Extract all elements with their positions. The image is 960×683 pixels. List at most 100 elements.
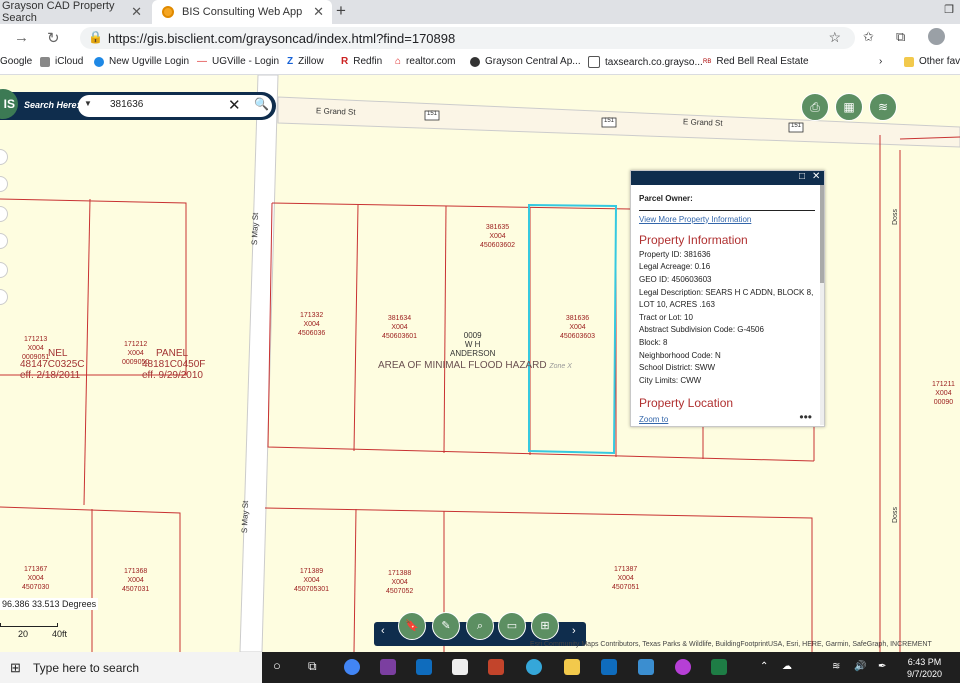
tab-label: Grayson CAD Property Search xyxy=(2,0,115,24)
url-bar[interactable]: 🔒 https://gis.bisclient.com/graysoncad/i… xyxy=(80,27,855,49)
windows-taskbar: ⊞ Type here to search ○ ⧉ ⌃ ☁ ≋ 🔊 ✒ 6:43… xyxy=(0,652,960,683)
parcel-label[interactable]: 381634 X004 450603601 xyxy=(382,314,417,341)
volume-icon[interactable]: 🔊 xyxy=(854,661,866,672)
parcel-owner-label: Parcel Owner: xyxy=(639,193,815,211)
parcel-popup: □ ✕ Parcel Owner: View More Property Inf… xyxy=(630,170,825,427)
bookmark-new-ugville[interactable]: New Ugville Login xyxy=(94,56,189,67)
bookmark-grayson-central[interactable]: Grayson Central Ap... xyxy=(470,56,581,67)
bookmark-realtor[interactable]: ⌂ realtor.com xyxy=(395,56,456,67)
file-explorer-icon[interactable] xyxy=(564,659,580,675)
profile-avatar[interactable] xyxy=(928,28,945,45)
popup-header: □ ✕ xyxy=(631,171,824,185)
popup-body: Parcel Owner: View More Property Informa… xyxy=(639,193,815,412)
app-logo: IS xyxy=(0,89,18,119)
windows-start-icon[interactable]: ⊞ xyxy=(10,660,21,676)
photos-icon[interactable] xyxy=(638,659,654,675)
field-tract-lot: Tract or Lot: 10 xyxy=(639,312,693,322)
cortana-icon[interactable]: ○ xyxy=(273,658,281,673)
view-more-link[interactable]: View More Property Information xyxy=(639,214,815,227)
tab-bis-consulting[interactable]: BIS Consulting Web App ✕ xyxy=(152,0,332,24)
parcel-label[interactable]: 171389 X004 450705301 xyxy=(294,567,329,594)
bookmark-icon: 🔖 xyxy=(405,620,419,632)
basemap-button[interactable]: ▦ xyxy=(835,93,863,121)
may-street-road xyxy=(239,75,279,652)
tray-chevron-icon[interactable]: ⌃ xyxy=(760,661,768,672)
street-label-doss: Doss xyxy=(892,209,899,225)
highway-label: 151 xyxy=(791,123,802,129)
parcel-label[interactable]: 171388 X004 4507052 xyxy=(386,569,413,596)
parcel-label[interactable]: 171368 X004 4507031 xyxy=(122,567,149,594)
taskbar-search-input[interactable]: Type here to search xyxy=(33,661,139,675)
bookmark-google[interactable]: Google xyxy=(0,56,32,67)
search-dropdown-icon[interactable]: ▼ xyxy=(84,99,92,108)
maximize-popup-icon[interactable]: □ xyxy=(799,171,805,182)
search-input[interactable]: 381636 xyxy=(110,99,143,110)
bookmark-red-bell[interactable]: RB Red Bell Real Estate xyxy=(703,56,809,67)
tab-label: BIS Consulting Web App xyxy=(182,6,303,18)
add-data-button[interactable]: ⊞ xyxy=(531,612,559,640)
close-tab-icon[interactable]: ✕ xyxy=(313,4,324,20)
onedrive-icon[interactable]: ☁ xyxy=(782,661,792,672)
parcel-label-selected[interactable]: 381636 X004 450603603 xyxy=(560,314,595,341)
search-icon[interactable]: 🔍 xyxy=(254,97,269,111)
close-popup-icon[interactable]: ✕ xyxy=(812,171,820,182)
parcel-label[interactable]: 171367 X004 4507030 xyxy=(22,565,49,592)
reload-icon[interactable]: ↻ xyxy=(47,29,60,47)
folder-icon xyxy=(904,56,914,67)
onenote-icon[interactable] xyxy=(380,659,396,675)
draw-tool-button[interactable]: ✎ xyxy=(432,612,460,640)
bookmark-ugville-login[interactable]: — UGVille - Login xyxy=(197,56,279,67)
bookmarks-overflow-icon[interactable]: › xyxy=(879,56,882,67)
more-options-icon[interactable]: ••• xyxy=(799,410,812,424)
field-abstract-code: Abstract Subdivision Code: G-4506 xyxy=(639,325,764,335)
street-label-grand-2: E Grand St xyxy=(682,117,723,128)
bis-favicon-icon xyxy=(162,6,174,18)
subdivision-label: 0009 W H ANDERSON xyxy=(450,331,496,358)
close-tab-icon[interactable]: ✕ xyxy=(131,4,142,20)
chrome-icon[interactable] xyxy=(344,659,360,675)
parcel-label[interactable]: 381635 X004 450603602 xyxy=(480,223,515,250)
favorites-icon[interactable]: ✩ xyxy=(863,29,874,45)
wifi-icon[interactable]: ≋ xyxy=(832,661,840,672)
excel-icon[interactable] xyxy=(711,659,727,675)
outlook-icon[interactable] xyxy=(416,659,432,675)
toolbar-next-icon[interactable]: › xyxy=(572,625,576,637)
pen-icon[interactable]: ✒ xyxy=(878,661,886,672)
bookmark-redfin[interactable]: R Redfin xyxy=(341,56,382,67)
map-canvas[interactable]: E Grand St E Grand St 151 151 151 S May … xyxy=(0,75,960,652)
bookmarks-bar: Google iCloud New Ugville Login — UGVille… xyxy=(0,52,960,75)
parcel-label[interactable]: 171387 X004 4507051 xyxy=(612,565,639,592)
store-icon[interactable] xyxy=(452,659,468,675)
ugville-icon: — xyxy=(197,56,207,67)
identify-tool-button[interactable]: ⌕ xyxy=(466,612,494,640)
popup-scrollbar[interactable] xyxy=(820,185,824,425)
measure-tool-button[interactable]: ▭ xyxy=(498,612,526,640)
new-tab-button[interactable]: + xyxy=(336,1,346,21)
forward-icon[interactable]: → xyxy=(14,29,29,46)
task-view-icon[interactable]: ⧉ xyxy=(308,659,317,674)
edge-icon[interactable] xyxy=(526,659,542,675)
bookmark-taxsearch[interactable]: taxsearch.co.grayso... xyxy=(588,56,703,68)
taskbar-search[interactable]: ⊞ Type here to search xyxy=(0,652,262,683)
zoom-to-link[interactable]: Zoom to xyxy=(639,415,668,424)
print-button[interactable]: ⎙ xyxy=(801,93,829,121)
collections-icon[interactable]: ⧉ xyxy=(896,29,905,45)
clear-search-icon[interactable]: ✕ xyxy=(228,96,241,114)
tab-grayson-cad[interactable]: Grayson CAD Property Search ✕ xyxy=(0,0,150,24)
toolbar-prev-icon[interactable]: ‹ xyxy=(381,625,385,637)
bookmark-tool-button[interactable]: 🔖 xyxy=(398,612,426,640)
bookmark-star-icon[interactable]: ☆ xyxy=(828,29,841,46)
bookmark-other-favorites[interactable]: Other fav xyxy=(904,56,960,67)
outlook-2-icon[interactable] xyxy=(601,659,617,675)
paint-icon[interactable] xyxy=(675,659,691,675)
parcel-label[interactable]: 171332 X004 4506036 xyxy=(298,311,325,338)
window-controls: ❐ xyxy=(944,3,954,16)
layers-icon: ≋ xyxy=(877,100,889,114)
parcel-label[interactable]: 171211 X004 00090 xyxy=(932,380,955,407)
bookmark-icloud[interactable]: iCloud xyxy=(40,56,83,67)
layers-button[interactable]: ≋ xyxy=(869,93,897,121)
restore-window-icon[interactable]: ❐ xyxy=(944,3,954,16)
taskbar-clock[interactable]: 6:43 PM 9/7/2020 xyxy=(907,656,942,680)
media-icon[interactable] xyxy=(488,659,504,675)
bookmark-zillow[interactable]: Z Zillow xyxy=(287,56,324,67)
